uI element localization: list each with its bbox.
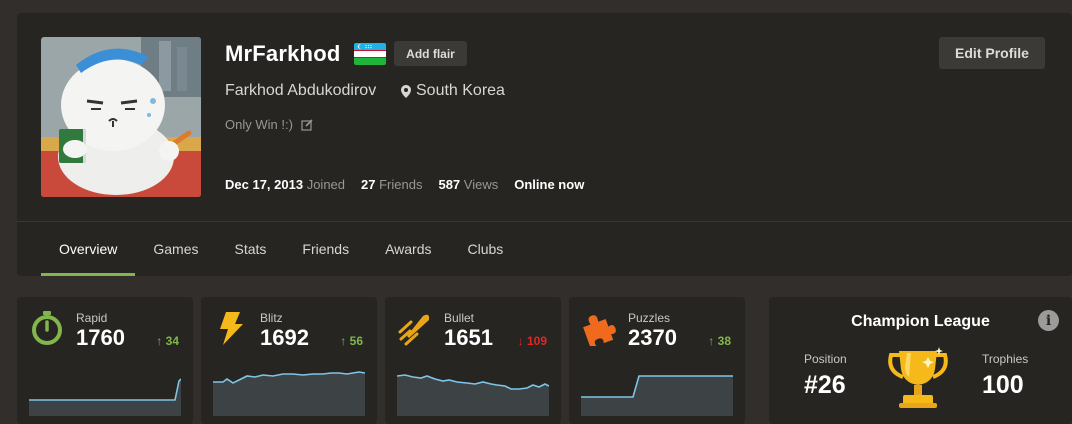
stopwatch-icon xyxy=(32,311,62,345)
stat-card-puzzles[interactable]: Puzzles 2370 ↑ 38 xyxy=(569,297,745,424)
views-label: Views xyxy=(463,177,499,192)
stat-rating: 1692 xyxy=(260,325,309,350)
stat-card-bullet[interactable]: Bullet 1651 ↓ 109 xyxy=(385,297,561,424)
add-flair-button[interactable]: Add flair xyxy=(394,41,467,66)
rating-sparkline xyxy=(397,374,549,416)
rating-sparkline xyxy=(581,375,733,416)
joined-info: Dec 17, 2013 Joined xyxy=(225,177,345,192)
status-text: Only Win !:) xyxy=(225,117,293,132)
username: MrFarkhod xyxy=(225,41,341,66)
tab-stats[interactable]: Stats xyxy=(216,222,284,276)
edit-profile-button[interactable]: Edit Profile xyxy=(939,37,1045,69)
tab-awards[interactable]: Awards xyxy=(367,222,449,276)
avatar[interactable] xyxy=(41,37,201,197)
info-icon[interactable]: i xyxy=(1038,310,1059,331)
profile-tabs: Overview Games Stats Friends Awards Club… xyxy=(41,222,521,276)
location-label: South Korea xyxy=(416,82,505,99)
stat-change: ↑ 38 xyxy=(708,334,731,348)
arrow-up-icon: ↑ xyxy=(156,334,163,348)
friends-count: 27 xyxy=(361,177,376,192)
champion-league-card[interactable]: Champion League i Position #26 Trophies … xyxy=(769,297,1072,424)
views-info: 587 Views xyxy=(438,177,498,192)
location-pin-icon xyxy=(401,84,411,98)
stat-change-value: 34 xyxy=(165,334,179,348)
stat-change-value: 38 xyxy=(717,334,731,348)
tab-games[interactable]: Games xyxy=(135,222,216,276)
arrow-up-icon: ↑ xyxy=(708,334,715,348)
location: South Korea xyxy=(401,82,505,100)
stat-change: ↓ 109 xyxy=(518,334,547,348)
stat-change: ↑ 34 xyxy=(156,334,179,348)
stat-label: Bullet xyxy=(444,311,475,325)
profile-meta: Dec 17, 2013 Joined 27 Friends 587 Views… xyxy=(225,177,584,192)
position-value: #26 xyxy=(804,371,846,399)
tab-overview[interactable]: Overview xyxy=(41,222,136,276)
lightning-icon xyxy=(220,312,243,345)
views-count: 587 xyxy=(438,177,461,192)
tab-clubs[interactable]: Clubs xyxy=(450,222,522,276)
stat-label: Rapid xyxy=(76,311,108,325)
edit-status-icon[interactable] xyxy=(301,118,313,131)
friends-info[interactable]: 27 Friends xyxy=(361,177,422,192)
rating-sparkline xyxy=(213,371,365,416)
stat-rating: 1651 xyxy=(444,325,493,350)
stat-label: Puzzles xyxy=(628,311,671,325)
trophy-icon xyxy=(888,347,948,408)
arrow-up-icon: ↑ xyxy=(340,334,347,348)
stat-change-value: 56 xyxy=(349,334,363,348)
joined-label: Joined xyxy=(306,177,346,192)
trophies-label: Trophies xyxy=(982,352,1029,366)
stat-rating: 2370 xyxy=(628,325,677,350)
tab-friends[interactable]: Friends xyxy=(284,222,367,276)
league-title: Champion League xyxy=(851,313,990,330)
arrow-down-icon: ↓ xyxy=(517,334,524,348)
stat-card-blitz[interactable]: Blitz 1692 ↑ 56 xyxy=(201,297,377,424)
uzbekistan-flag-icon xyxy=(354,43,386,65)
rating-sparkline xyxy=(29,378,181,416)
status-message: Only Win !:) xyxy=(225,117,313,132)
online-status: Online now xyxy=(514,177,585,192)
friends-label: Friends xyxy=(379,177,423,192)
stat-card-rapid[interactable]: Rapid 1760 ↑ 34 xyxy=(17,297,193,424)
profile-card: MrFarkhod Add flair Edit Profile Farkhod… xyxy=(17,13,1072,276)
bullet-icon xyxy=(398,314,430,346)
stat-rating: 1760 xyxy=(76,325,125,350)
puzzle-piece-icon xyxy=(583,315,616,346)
position-label: Position xyxy=(804,352,847,366)
stat-change: ↑ 56 xyxy=(340,334,363,348)
full-name: Farkhod Abdukodirov xyxy=(225,82,377,99)
trophies-value: 100 xyxy=(982,371,1024,399)
stat-change-value: 109 xyxy=(526,334,547,348)
joined-date: Dec 17, 2013 xyxy=(225,177,304,192)
stat-label: Blitz xyxy=(260,311,283,325)
